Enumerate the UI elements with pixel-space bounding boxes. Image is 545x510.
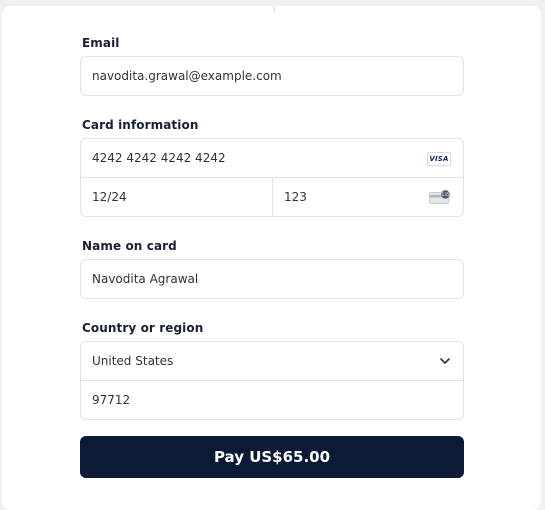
expiry-field[interactable]: 12/24 [80, 177, 273, 217]
card-number-field[interactable]: 4242 4242 4242 4242 VISA [80, 138, 464, 178]
cvc-card-icon: 135 [429, 190, 450, 204]
card-number-value: 4242 4242 4242 4242 [92, 151, 226, 165]
checkout-card: Email navodita.grawal@example.com Card i… [2, 6, 541, 510]
expiry-value: 12/24 [92, 190, 127, 204]
email-field[interactable]: navodita.grawal@example.com [80, 56, 464, 96]
cvc-icon-text: 135 [442, 192, 450, 197]
cvc-value: 123 [284, 190, 307, 204]
country-value: United States [92, 354, 174, 368]
email-label: Email [82, 36, 120, 50]
chevron-down-icon [440, 358, 450, 364]
card-information-label: Card information [82, 118, 199, 132]
visa-icon: VISA [427, 152, 451, 166]
name-on-card-label: Name on card [82, 239, 177, 253]
email-value: navodita.grawal@example.com [92, 69, 282, 83]
cvc-field[interactable]: 123 135 [272, 177, 464, 217]
name-field[interactable]: Navodita Agrawal [80, 259, 464, 299]
pay-button[interactable]: Pay US$65.00 [80, 436, 464, 478]
zip-field[interactable]: 97712 [80, 380, 464, 420]
name-value: Navodita Agrawal [92, 272, 199, 286]
divider [274, 6, 275, 12]
country-select[interactable]: United States [80, 341, 464, 381]
zip-value: 97712 [92, 393, 131, 407]
country-label: Country or region [82, 321, 204, 335]
